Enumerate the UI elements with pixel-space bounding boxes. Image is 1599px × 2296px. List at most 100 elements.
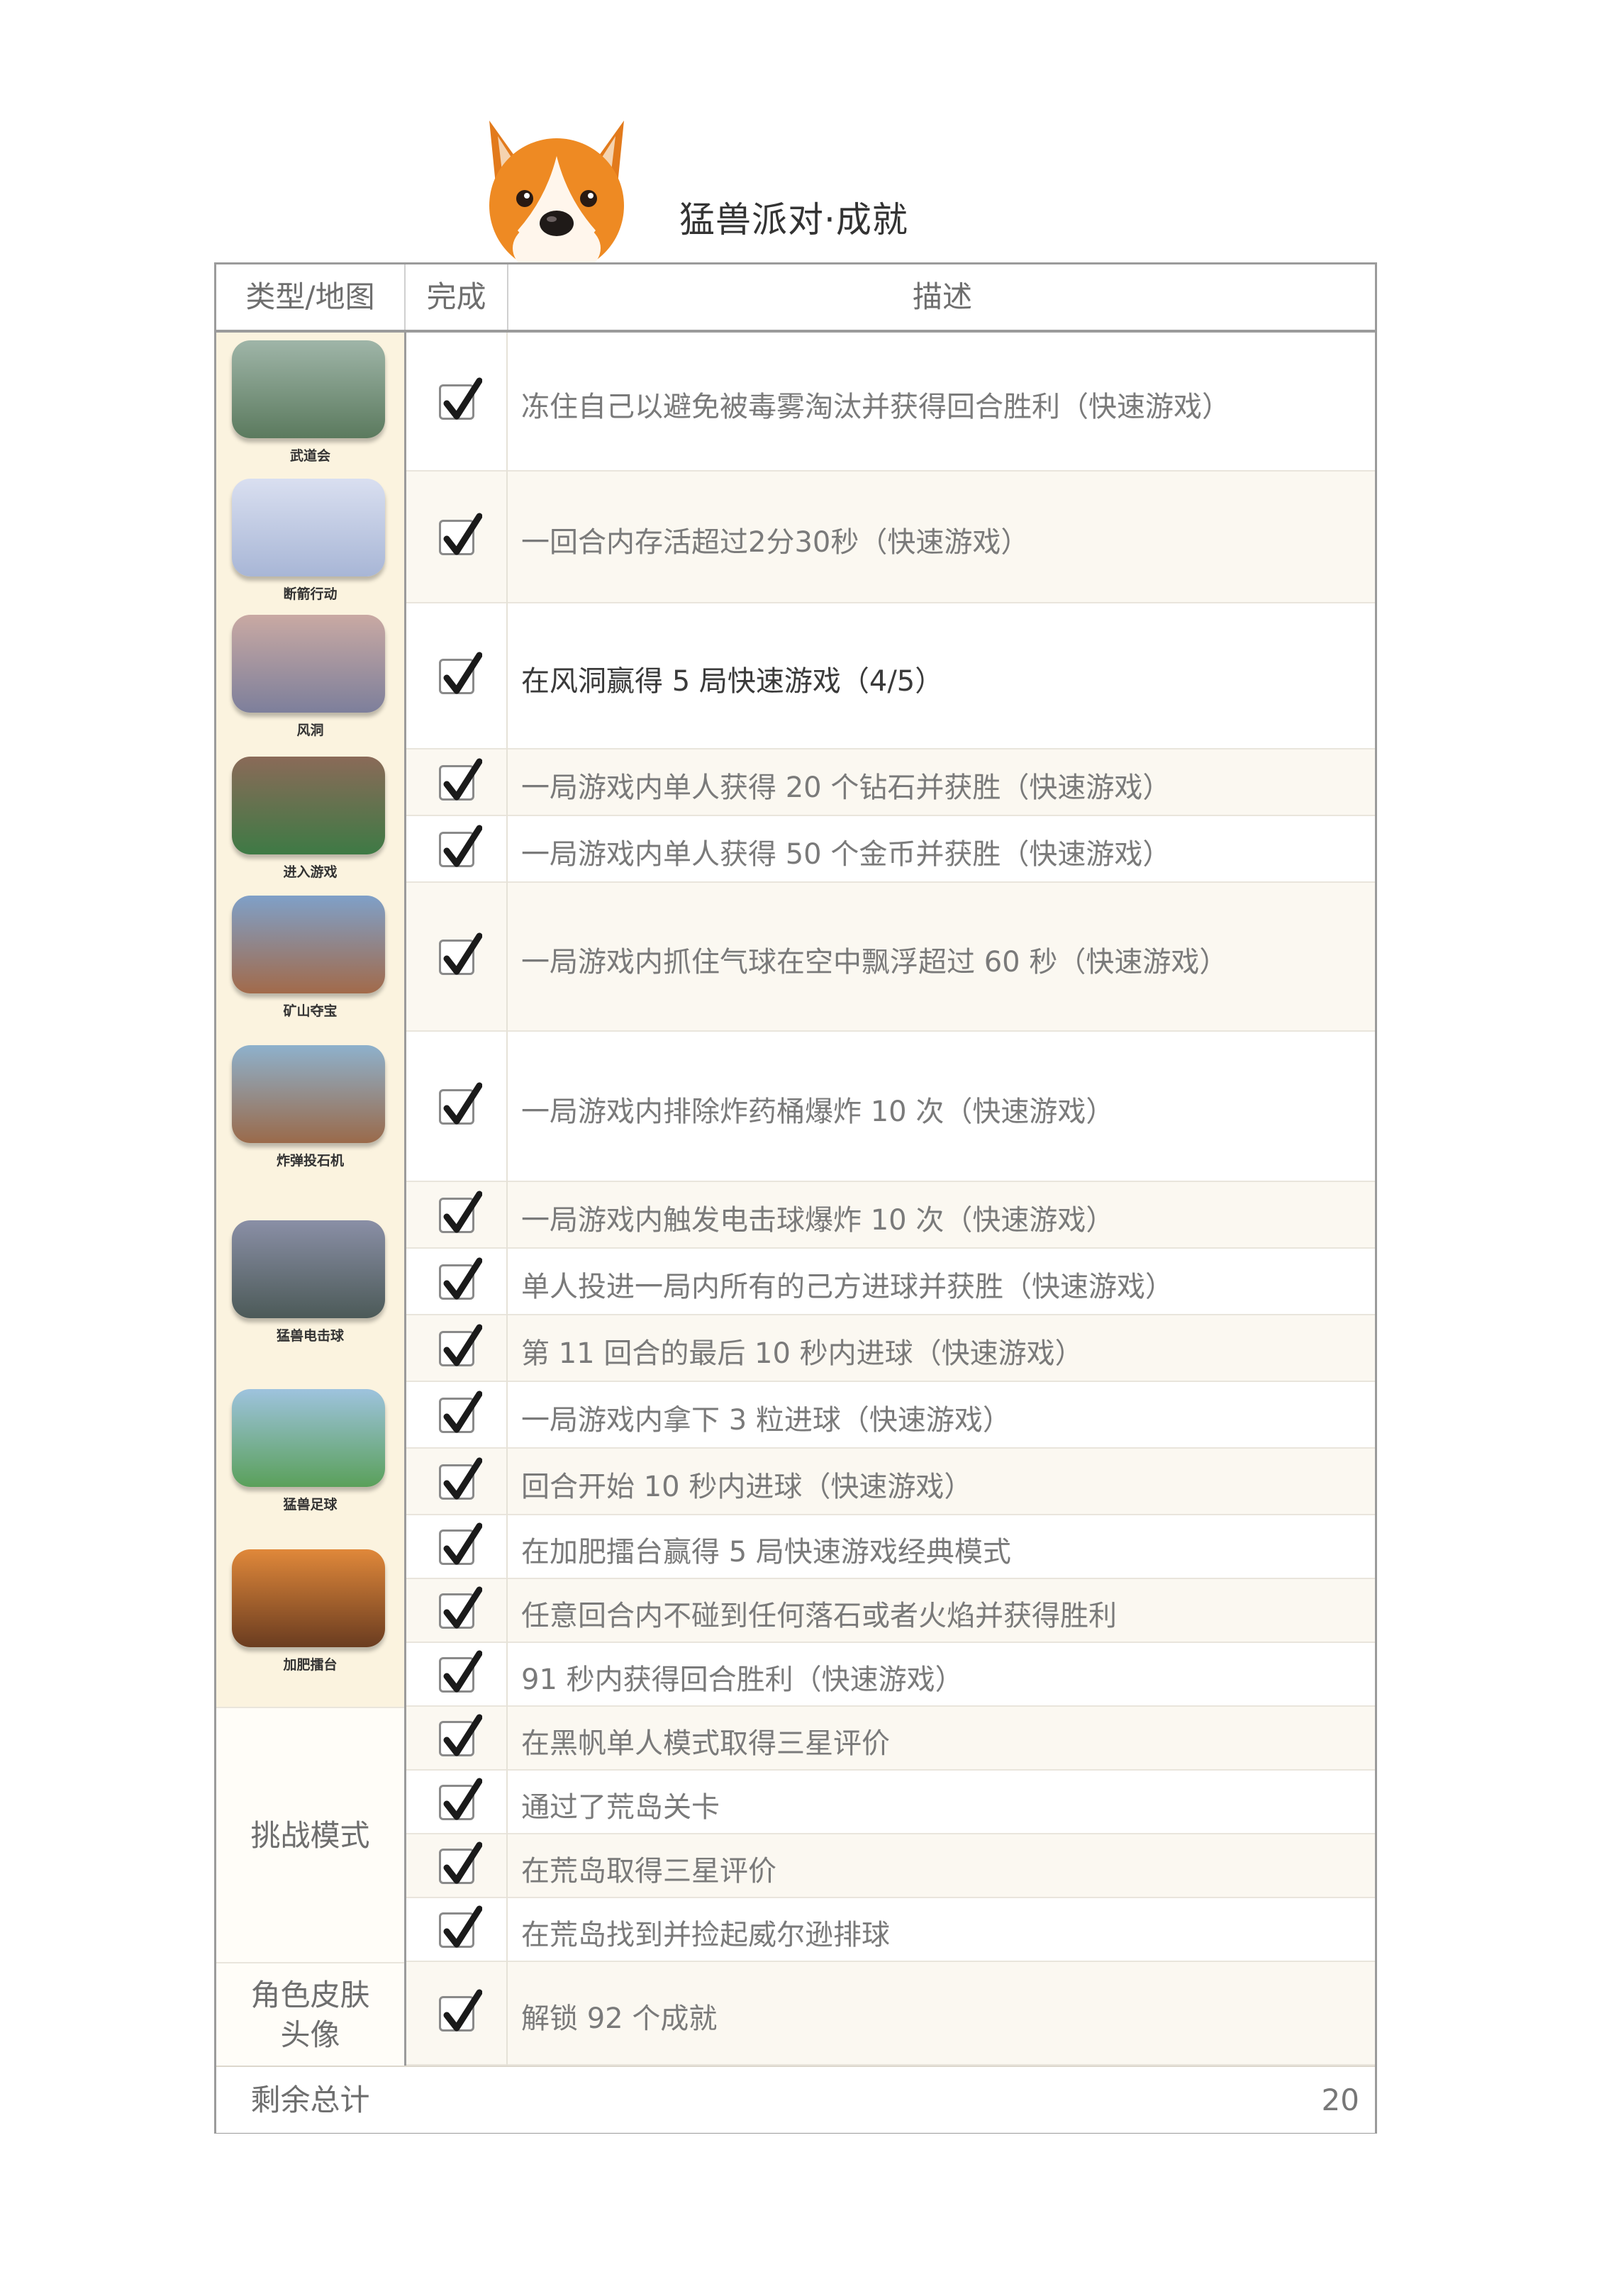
map-thumbnail-icon xyxy=(232,1549,385,1647)
category-challenge-mode: 挑战模式 xyxy=(216,1707,404,1963)
header-done: 完成 xyxy=(404,264,507,330)
checkmark-icon xyxy=(443,825,482,867)
checkbox-checked[interactable] xyxy=(439,1324,482,1366)
achievement-description: 一局游戏内排除炸药桶爆炸 10 次（快速游戏） xyxy=(521,1096,1115,1128)
map-name: 炸弹投石机 xyxy=(276,1153,344,1169)
achievement-description: 在黑帆单人模式取得三星评价 xyxy=(521,1727,890,1760)
checkbox-checked[interactable] xyxy=(439,1989,482,2032)
checkbox-checked[interactable] xyxy=(439,1391,482,1433)
table-row: 解锁 92 个成就 xyxy=(406,1962,1375,2066)
checkbox-checked[interactable] xyxy=(439,825,482,867)
table-row: 一局游戏内排除炸药桶爆炸 10 次（快速游戏） xyxy=(406,1032,1375,1182)
table-row: 一局游戏内拿下 3 粒进球（快速游戏） xyxy=(406,1382,1375,1449)
checkmark-icon xyxy=(443,1905,482,1948)
achievement-description: 任意回合内不碰到任何落石或者火焰并获得胜利 xyxy=(521,1600,1117,1632)
map-name: 猛兽电击球 xyxy=(276,1328,344,1344)
table-row: 一局游戏内单人获得 20 个钻石并获胜（快速游戏） xyxy=(406,749,1375,816)
category-skin-avatar: 角色皮肤 头像 xyxy=(216,1962,404,2067)
checkbox-checked[interactable] xyxy=(439,1522,482,1565)
table-row: 冻住自己以避免被毒雾淘汰并获得回合胜利（快速游戏） xyxy=(406,333,1375,472)
checkmark-icon xyxy=(443,652,482,694)
checkmark-icon xyxy=(443,513,482,555)
checkmark-icon xyxy=(443,1324,482,1366)
checkbox-checked[interactable] xyxy=(439,1586,482,1629)
table-row: 单人投进一局内所有的己方进球并获胜（快速游戏） xyxy=(406,1249,1375,1315)
checkmark-icon xyxy=(443,1714,482,1756)
achievement-description: 单人投进一局内所有的己方进球并获胜（快速游戏） xyxy=(521,1271,1174,1303)
checkbox-checked[interactable] xyxy=(439,513,482,555)
map-name: 武道会 xyxy=(289,448,330,464)
table-row: 在黑帆单人模式取得三星评价 xyxy=(406,1707,1375,1771)
page-title: 猛兽派对·成就 xyxy=(679,199,908,240)
checkmark-icon xyxy=(443,377,482,420)
checkbox-checked[interactable] xyxy=(439,1905,482,1948)
checkbox-checked[interactable] xyxy=(439,377,482,420)
achievement-description: 一回合内存活超过2分30秒（快速游戏） xyxy=(521,526,1030,559)
checkmark-icon xyxy=(443,1457,482,1500)
table-row: 在加肥擂台赢得 5 局快速游戏经典模式 xyxy=(406,1515,1375,1579)
table-row: 第 11 回合的最后 10 秒内进球（快速游戏） xyxy=(406,1315,1375,1382)
map-name: 加肥擂台 xyxy=(283,1657,338,1673)
checkbox-checked[interactable] xyxy=(439,1457,482,1500)
table-row: 一回合内存活超过2分30秒（快速游戏） xyxy=(406,472,1375,603)
map-cell: 断箭行动 xyxy=(216,472,404,603)
map-cell: 炸弹投石机 xyxy=(216,1032,404,1182)
achievement-table: 类型/地图 完成 描述 冻住自己以避免被毒雾淘汰并获得回合胜利（快速游戏） 一回合… xyxy=(214,262,1377,2134)
map-cell: 猛兽电击球 xyxy=(216,1182,404,1382)
checkbox-checked[interactable] xyxy=(439,1191,482,1233)
map-name: 风洞 xyxy=(296,723,324,738)
checkmark-icon xyxy=(443,932,482,975)
achievement-description: 解锁 92 个成就 xyxy=(521,2002,718,2035)
checkbox-checked[interactable] xyxy=(439,652,482,694)
map-cell: 风洞 xyxy=(216,603,404,749)
corgi-mascot-icon xyxy=(489,121,624,278)
checkbox-checked[interactable] xyxy=(439,1257,482,1300)
checkbox-checked[interactable] xyxy=(439,758,482,801)
map-thumbnail-icon xyxy=(232,340,385,438)
map-name: 猛兽足球 xyxy=(283,1497,338,1512)
table-row: 在荒岛取得三星评价 xyxy=(406,1834,1375,1898)
map-cell: 猛兽足球 xyxy=(216,1382,404,1515)
achievement-description: 回合开始 10 秒内进球（快速游戏） xyxy=(521,1471,973,1503)
category-label: 角色皮肤 xyxy=(250,1978,370,2012)
map-cell: 加肥擂台 xyxy=(216,1515,404,1707)
checkmark-icon xyxy=(443,1989,482,2032)
total-label: 剩余总计 xyxy=(250,2083,370,2117)
map-thumbnail-icon xyxy=(232,479,385,576)
title-area: 猛兽派对·成就 xyxy=(0,0,1599,284)
achievement-description: 在风洞赢得 5 局快速游戏（4/5） xyxy=(521,665,944,698)
map-thumbnail-icon xyxy=(232,757,385,854)
checkbox-checked[interactable] xyxy=(439,1082,482,1125)
header-type-map: 类型/地图 xyxy=(245,279,375,314)
checkbox-checked[interactable] xyxy=(439,1714,482,1756)
map-name: 断箭行动 xyxy=(283,586,338,602)
map-name: 进入游戏 xyxy=(283,864,338,880)
checkmark-icon xyxy=(443,1778,482,1820)
table-row: 通过了荒岛关卡 xyxy=(406,1771,1375,1834)
checkbox-checked[interactable] xyxy=(439,1778,482,1820)
map-cell: 进入游戏 xyxy=(216,749,404,883)
map-thumbnail-icon xyxy=(232,1045,385,1143)
achievement-description: 通过了荒岛关卡 xyxy=(521,1791,720,1824)
checkmark-icon xyxy=(443,1391,482,1433)
map-thumbnail-icon xyxy=(232,1389,385,1487)
table-row: 一局游戏内抓住气球在空中飘浮超过 60 秒（快速游戏） xyxy=(406,883,1375,1032)
table-row: 在荒岛找到并捡起威尔逊排球 xyxy=(406,1898,1375,1962)
checkmark-icon xyxy=(443,1191,482,1233)
checkmark-icon xyxy=(443,1257,482,1300)
checkmark-icon xyxy=(443,1841,482,1884)
checkbox-checked[interactable] xyxy=(439,932,482,975)
table-header: 类型/地图 完成 描述 xyxy=(216,264,1375,333)
table-row: 一局游戏内触发电击球爆炸 10 次（快速游戏） xyxy=(406,1182,1375,1249)
table-row: 任意回合内不碰到任何落石或者火焰并获得胜利 xyxy=(406,1579,1375,1643)
map-name: 矿山夺宝 xyxy=(283,1003,338,1019)
checkbox-checked[interactable] xyxy=(439,1650,482,1693)
total-value: 20 xyxy=(1321,2083,1359,2117)
achievement-description: 第 11 回合的最后 10 秒内进球（快速游戏） xyxy=(521,1337,1083,1370)
table-row: 在风洞赢得 5 局快速游戏（4/5） xyxy=(406,603,1375,749)
total-row: 剩余总计 20 xyxy=(216,2066,1375,2133)
column-divider xyxy=(506,333,508,2066)
table-row: 91 秒内获得回合胜利（快速游戏） xyxy=(406,1643,1375,1707)
checkbox-checked[interactable] xyxy=(439,1841,482,1884)
achievement-description: 91 秒内获得回合胜利（快速游戏） xyxy=(521,1664,964,1696)
